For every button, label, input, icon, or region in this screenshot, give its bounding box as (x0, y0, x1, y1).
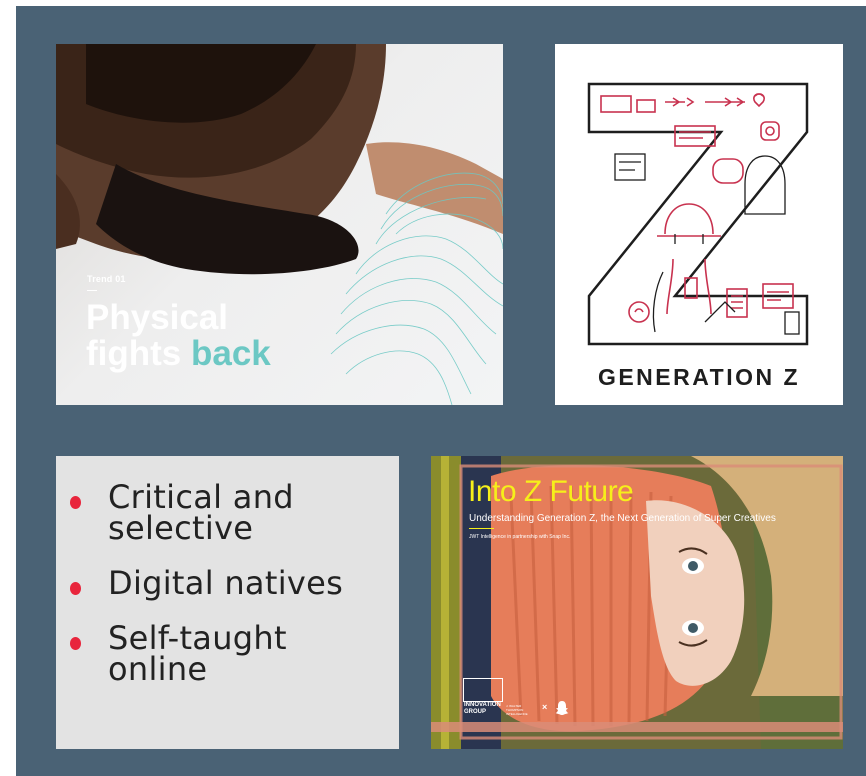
trend-divider (87, 290, 97, 291)
bullet-item: Digital natives (70, 564, 344, 602)
headline-word-fights: fights (86, 334, 191, 373)
bullet-dot (70, 496, 81, 509)
headline-line1: Physical (86, 298, 229, 337)
generation-z-letter-illustration (587, 82, 809, 346)
traits-bullet-list: Critical and selective Digital natives S… (70, 481, 344, 709)
cover-divider (469, 528, 494, 529)
bullet-line2: selective (108, 509, 254, 547)
bullet-line1: Digital natives (108, 564, 344, 602)
logo-text-group: GROUP (464, 709, 487, 715)
gen-z-traits-list: Critical and selective Digital natives S… (56, 456, 399, 749)
bullet-item: Critical and selective (70, 481, 343, 547)
into-z-future-cover: Into Z Future Understanding Generation Z… (431, 456, 843, 749)
generation-z-poster: GENERATION Z (555, 44, 843, 405)
cover-bottom-band (431, 722, 843, 732)
physical-fights-back-image: Trend 01 Physical fights back (56, 44, 503, 405)
innovation-group-logo-frame (463, 678, 503, 702)
bullet-line2: online (108, 650, 208, 688)
cover-title: Into Z Future (468, 475, 634, 508)
cover-subtitle: Understanding Generation Z, the Next Gen… (469, 513, 776, 524)
jwt-logo-text: J. WALTER THOMPSON INTELLIGENCE (506, 704, 528, 716)
trend-label: Trend 01 (87, 274, 126, 284)
generation-z-title: GENERATION Z (597, 364, 801, 390)
bullet-dot (70, 637, 81, 650)
logo-text-innovation: INNOVATION (464, 702, 501, 708)
bullet-item: Self-taught online (70, 622, 343, 688)
partnership-x: × (542, 702, 548, 712)
snapchat-ghost-icon (555, 701, 569, 716)
headline-word-back: back (190, 334, 271, 373)
collage-board: Trend 01 Physical fights back GENERATION… (16, 6, 866, 776)
headline: Physical fights back (86, 300, 271, 372)
cover-partner-line: JWT Intelligence in partnership with Sna… (469, 534, 571, 540)
bullet-dot (70, 582, 81, 595)
